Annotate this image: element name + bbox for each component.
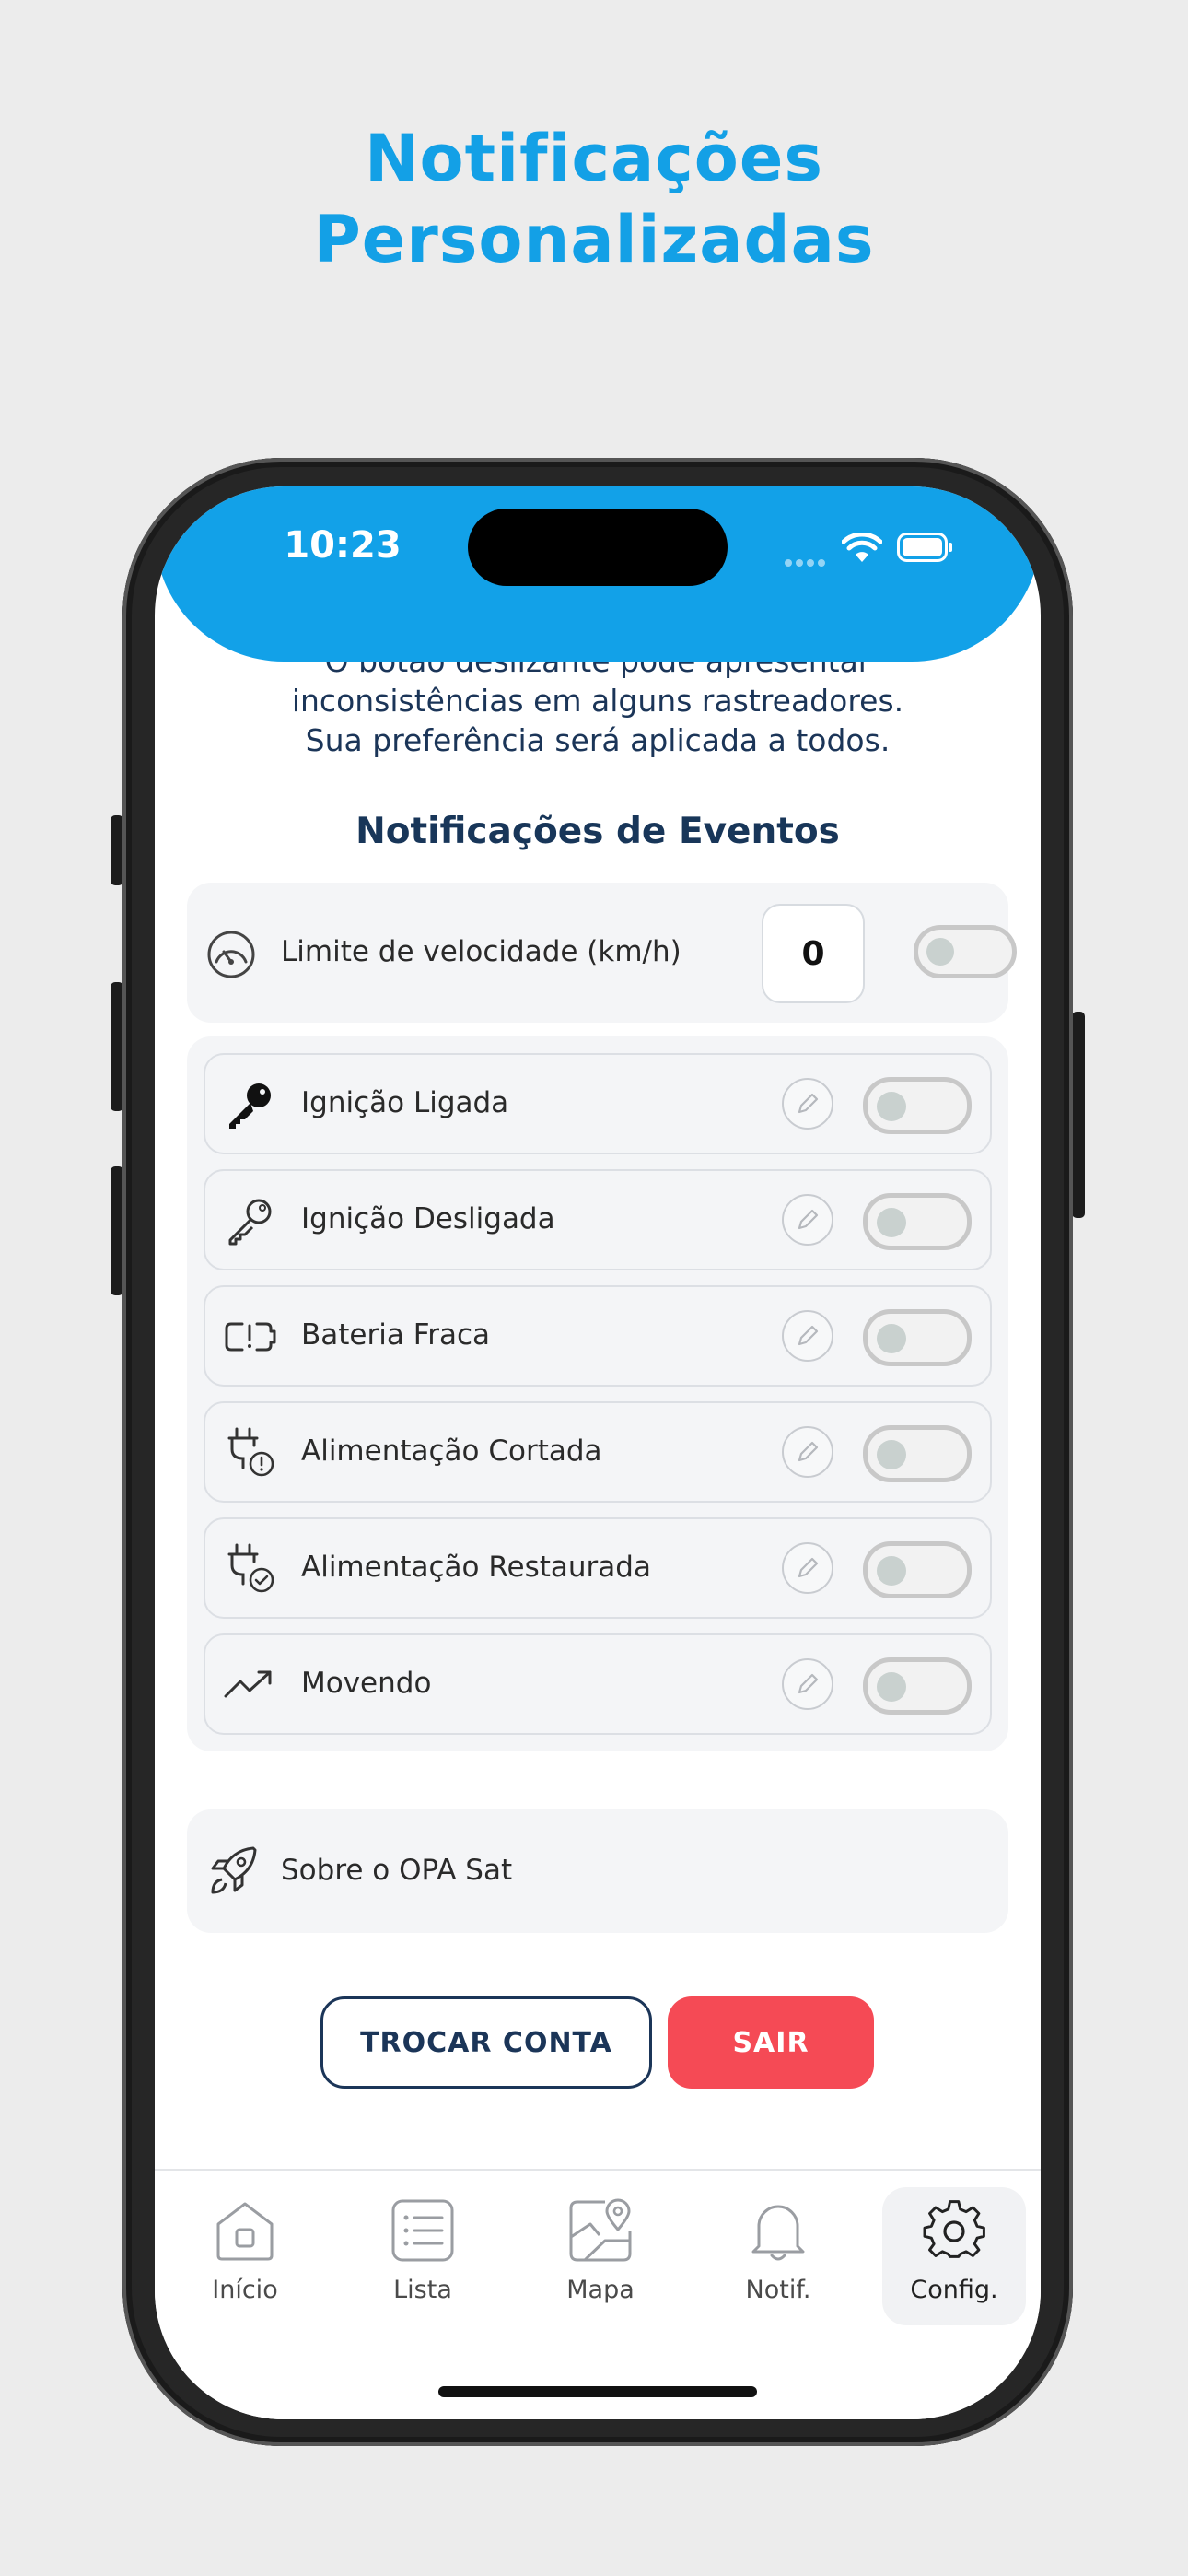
home-icon: [216, 2202, 274, 2261]
event-toggle[interactable]: [863, 1309, 972, 1366]
pencil-icon: [798, 1441, 819, 1462]
trending-up-icon: [224, 1670, 272, 1698]
tab-config[interactable]: Config.: [882, 2187, 1026, 2325]
tab-mapa[interactable]: Mapa: [529, 2187, 672, 2325]
key-filled-icon: [229, 1083, 271, 1129]
dynamic-island: [468, 509, 728, 586]
plug-alert-icon: [227, 1427, 274, 1477]
toggle-knob: [877, 1092, 906, 1121]
notice-line: Sua preferência será aplicada a todos.: [305, 722, 891, 758]
event-row-ignicao-desligada[interactable]: Ignição Desligada: [204, 1169, 992, 1270]
event-row-movendo[interactable]: Movendo: [204, 1633, 992, 1735]
speed-limit-input[interactable]: 0: [762, 904, 865, 1003]
wifi-icon: [842, 533, 882, 562]
speed-limit-label: Limite de velocidade (km/h): [281, 935, 681, 968]
volume-down-button: [111, 1166, 123, 1295]
key-outline-icon: [228, 1199, 272, 1246]
map-icon: [569, 2198, 632, 2262]
promo-title-line1: Notificações: [364, 121, 824, 196]
tab-inicio[interactable]: Início: [173, 2187, 317, 2325]
promo-title-line2: Personalizadas: [313, 202, 875, 277]
event-toggle[interactable]: [863, 1657, 972, 1715]
switch-account-button[interactable]: TROCAR CONTA: [320, 1996, 652, 2089]
toggle-knob: [877, 1672, 906, 1702]
tab-notif[interactable]: Notif.: [706, 2187, 850, 2325]
toggle-knob: [877, 1556, 906, 1586]
event-toggle[interactable]: [863, 1541, 972, 1598]
bottom-tab-bar: Início Lista Mapa Notif. Config.: [155, 2169, 1041, 2419]
gear-icon: [923, 2200, 985, 2258]
pencil-icon: [798, 1673, 819, 1694]
event-label: Bateria Fraca: [301, 1318, 491, 1352]
bell-icon: [751, 2205, 805, 2261]
edit-button[interactable]: [782, 1194, 833, 1246]
event-toggle[interactable]: [863, 1425, 972, 1482]
tab-label: Config.: [910, 2276, 998, 2304]
pencil-icon: [798, 1209, 819, 1230]
edit-button[interactable]: [782, 1542, 833, 1594]
status-bar: 10:23: [155, 486, 1041, 662]
event-row-bateria-fraca[interactable]: Bateria Fraca: [204, 1285, 992, 1387]
pencil-icon: [798, 1325, 819, 1346]
event-row-alimentacao-restaurada[interactable]: Alimentação Restaurada: [204, 1517, 992, 1619]
toggle-knob: [877, 1324, 906, 1353]
event-row-ignicao-ligada[interactable]: Ignição Ligada: [204, 1053, 992, 1154]
event-toggle[interactable]: [863, 1077, 972, 1134]
event-row-alimentacao-cortada[interactable]: Alimentação Cortada: [204, 1401, 992, 1503]
speed-limit-card: Limite de velocidade (km/h) 0: [187, 883, 1017, 1023]
mute-switch: [111, 815, 123, 885]
event-label: Alimentação Cortada: [301, 1434, 602, 1468]
pencil-icon: [798, 1093, 819, 1114]
list-icon: [391, 2199, 454, 2262]
edit-button[interactable]: [782, 1310, 833, 1362]
battery-alert-icon: [225, 1322, 276, 1352]
promo-headline: Notificações Personalizadas: [0, 118, 1188, 280]
plug-check-icon: [227, 1543, 274, 1593]
home-indicator: [438, 2386, 757, 2397]
edit-button[interactable]: [782, 1426, 833, 1478]
phone-screen: 10:23 O botão deslizante pode apresentar…: [155, 486, 1041, 2419]
event-toggle[interactable]: [863, 1193, 972, 1250]
tab-label: Mapa: [566, 2276, 635, 2304]
tab-lista[interactable]: Lista: [351, 2187, 495, 2325]
battery-icon: [897, 533, 952, 562]
power-button: [1072, 1012, 1085, 1218]
events-list-card: Ignição Ligada Ignição Desligada Bateria…: [187, 1036, 1008, 1751]
logout-button[interactable]: SAIR: [668, 1996, 874, 2089]
event-label: Ignição Desligada: [301, 1202, 555, 1235]
event-label: Movendo: [301, 1667, 432, 1700]
speed-limit-toggle[interactable]: [914, 925, 1017, 978]
about-label: Sobre o OPA Sat: [281, 1854, 513, 1887]
notice-line: inconsistências em alguns rastreadores.: [291, 683, 904, 719]
toggle-knob: [877, 1440, 906, 1469]
toggle-knob: [877, 1208, 906, 1237]
tab-label: Início: [212, 2276, 278, 2304]
edit-button[interactable]: [782, 1078, 833, 1130]
events-section-title: Notificações de Eventos: [355, 811, 840, 852]
tab-label: Lista: [393, 2276, 452, 2304]
volume-up-button: [111, 982, 123, 1111]
cellular-signal-icon: [785, 553, 829, 570]
event-label: Ignição Ligada: [301, 1086, 509, 1119]
rocket-icon: [211, 1846, 257, 1894]
edit-button[interactable]: [782, 1658, 833, 1710]
status-time: 10:23: [284, 524, 402, 567]
event-label: Alimentação Restaurada: [301, 1551, 651, 1584]
pencil-icon: [798, 1557, 819, 1578]
toggle-knob: [926, 938, 954, 966]
about-card[interactable]: Sobre o OPA Sat: [187, 1809, 1008, 1933]
speedometer-icon: [207, 931, 255, 978]
settings-content: O botão deslizante pode apresentar incon…: [155, 486, 1041, 2419]
tab-label: Notif.: [745, 2276, 811, 2304]
